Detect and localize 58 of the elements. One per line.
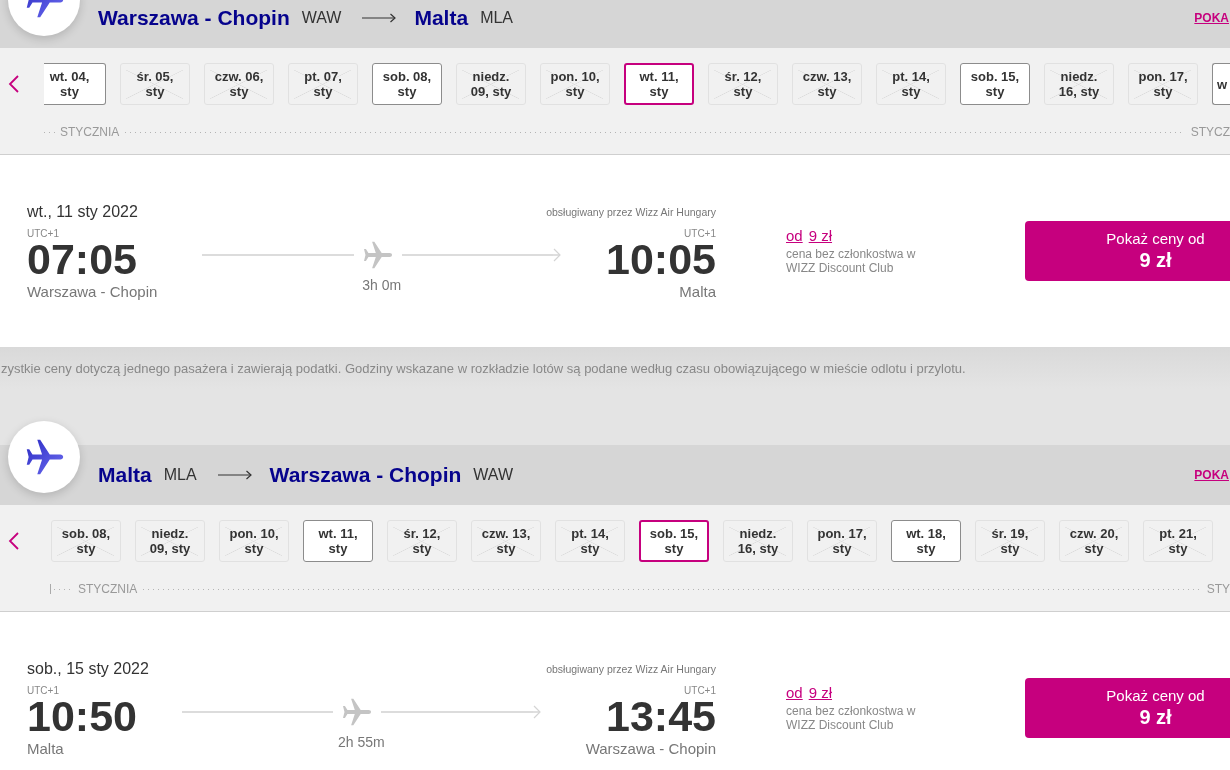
departure-city: Malta: [27, 739, 64, 759]
date-tile[interactable]: sob. 15, sty: [639, 520, 709, 562]
month-label: STYCZNIA: [78, 582, 138, 596]
destination-airport: Warszawa - Chopin: [269, 463, 462, 487]
flight-date: wt., 11 sty 2022: [27, 202, 138, 222]
date-tile[interactable]: w: [1212, 63, 1230, 105]
price-link[interactable]: 9 zł: [808, 684, 833, 702]
date-tile[interactable]: wt. 04, sty: [44, 63, 106, 105]
flight-duration: 3h 0m: [362, 276, 402, 294]
long-arrow-icon: [217, 470, 252, 480]
arrival-time: 13:45: [606, 697, 716, 735]
arrival-city: Malta: [679, 282, 716, 302]
price-note: cena bez członkostwa w WIZZ Discount Club: [786, 247, 917, 275]
price-link[interactable]: 9 zł: [808, 227, 833, 245]
disclaimer-text: zystkie ceny dotyczą jednego pasażera i zawierają podatki. Godziny wskazane w rozkładzie lotów są podane według czasu obowiązującego w mieście odlotu i przylotu.: [1, 360, 966, 376]
date-tile[interactable]: wt. 18, sty: [891, 520, 961, 562]
airport-code: WAW: [301, 9, 342, 27]
arrival-time: 10:05: [606, 240, 716, 278]
departure-time: 07:05: [27, 240, 137, 278]
airport-code: WAW: [473, 466, 514, 484]
airport-code: MLA: [480, 9, 514, 27]
plane-logo-icon: [8, 421, 80, 493]
chevron-left-icon: [8, 531, 20, 551]
month-label: STYCZNIA: [60, 125, 120, 139]
price-note: cena bez członkostwa w WIZZ Discount Club: [786, 704, 917, 732]
airport-code: MLA: [163, 466, 197, 484]
chevron-left-icon: [8, 74, 20, 94]
show-link[interactable]: POKA: [1194, 468, 1229, 482]
date-tile[interactable]: sob. 08, sty: [372, 63, 442, 105]
departure-city: Warszawa - Chopin: [27, 282, 158, 302]
previous-dates-button[interactable]: [8, 74, 20, 94]
month-label: STYCZ: [1190, 125, 1230, 139]
from-link[interactable]: od: [786, 227, 803, 245]
previous-dates-button[interactable]: [8, 531, 20, 551]
timezone-label: UTC+1: [27, 228, 59, 240]
show-prices-button[interactable]: Pokaż ceny od 9 zł: [1025, 221, 1230, 281]
departure-time: 10:50: [27, 697, 137, 735]
date-tile[interactable]: wt. 11, sty: [303, 520, 373, 562]
show-link[interactable]: POKA: [1194, 11, 1229, 25]
destination-airport: Malta: [414, 6, 469, 30]
origin-airport: Malta: [98, 463, 152, 487]
long-arrow-icon: [362, 13, 397, 23]
flight-date: sob., 15 sty 2022: [27, 659, 149, 679]
timezone-label: UTC+1: [684, 685, 716, 697]
origin-airport: Warszawa - Chopin: [98, 6, 290, 30]
plane-icon: [343, 698, 372, 726]
flight-duration: 2h 55m: [337, 733, 385, 751]
arrival-city: Warszawa - Chopin: [585, 739, 716, 759]
operator-text: obsługiwany przez Wizz Air Hungary: [546, 205, 716, 219]
timezone-label: UTC+1: [684, 228, 716, 240]
plane-icon: [363, 241, 392, 269]
month-label: STY: [1206, 582, 1230, 596]
date-tile[interactable]: wt. 11, sty: [624, 63, 694, 105]
timezone-label: UTC+1: [27, 685, 59, 697]
operator-text: obsługiwany przez Wizz Air Hungary: [546, 662, 716, 676]
from-link[interactable]: od: [786, 684, 803, 702]
date-tile[interactable]: sob. 15, sty: [960, 63, 1030, 105]
show-prices-button[interactable]: Pokaż ceny od 9 zł: [1025, 678, 1230, 738]
